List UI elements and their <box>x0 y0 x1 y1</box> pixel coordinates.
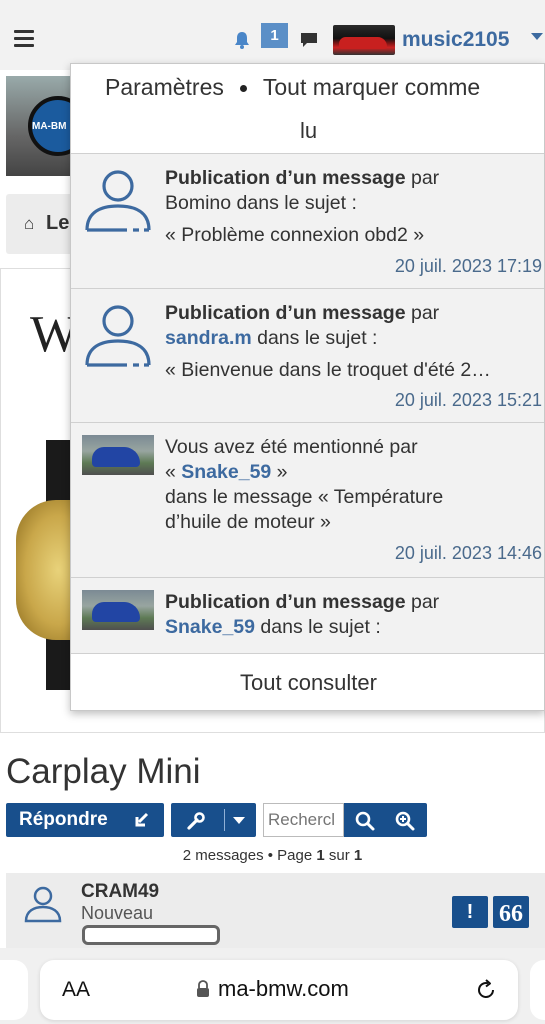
previous-tab-pill[interactable] <box>0 960 28 1020</box>
quote-button[interactable]: 66 <box>493 896 529 928</box>
mark-all-read-link[interactable]: Tout marquer comme <box>263 74 480 100</box>
notification-text: Publication d’un message par Snake_59 da… <box>165 590 540 640</box>
notification-in-topic: dans le sujet : <box>231 192 357 214</box>
notification-by: par <box>405 302 440 324</box>
notification-text: Vous avez été mentionné par « Snake_59 »… <box>165 435 540 535</box>
search-button-group[interactable] <box>344 803 427 837</box>
car-image <box>92 447 140 467</box>
menu-icon[interactable] <box>14 30 34 47</box>
report-button[interactable]: ! <box>452 896 488 928</box>
lock-icon <box>197 980 209 997</box>
bell-icon[interactable] <box>232 30 252 50</box>
reply-arrow-icon <box>135 812 149 827</box>
user-avatar-icon[interactable] <box>22 883 64 925</box>
notification-by: par <box>405 591 440 613</box>
notification-item[interactable]: Publication d’un message par Bomino dans… <box>71 154 544 289</box>
tools-separator <box>224 809 225 831</box>
notification-item[interactable]: Vous avez été mentionné par « Snake_59 »… <box>71 423 544 578</box>
mark-all-read-link-continued[interactable]: lu <box>300 118 317 144</box>
user-avatar-thumbnail <box>82 435 154 475</box>
total-pages: 1 <box>353 847 363 864</box>
notification-count-badge[interactable]: 1 <box>261 23 288 48</box>
notification-item[interactable]: Publication d’un message par Snake_59 da… <box>71 578 544 654</box>
pagination-info: 2 messages • Page 1 sur 1 <box>0 847 545 864</box>
search-icon[interactable] <box>354 810 376 832</box>
notification-context: dans le message « Température <box>165 486 444 508</box>
reload-icon[interactable] <box>474 978 498 1002</box>
post-author-rank: Nouveau <box>81 903 154 923</box>
user-avatar-icon <box>85 305 151 367</box>
notification-context-2: d’huile de moteur » <box>165 511 331 533</box>
notification-author: Bomino <box>165 192 232 214</box>
notification-time: 20 juil. 2023 14:46 <box>394 543 542 563</box>
notifications-header: Paramètres Tout marquer comme lu <box>71 64 544 154</box>
notification-item[interactable]: Publication d’un message par sandra.m da… <box>71 289 544 423</box>
chevron-down-icon[interactable] <box>531 33 543 40</box>
site-logo[interactable]: MA-BM <box>6 76 71 176</box>
pagination-prefix: 2 messages • Page <box>182 847 317 864</box>
post-author-badge <box>82 925 220 945</box>
text-size-button[interactable]: AA <box>62 978 90 1002</box>
notification-title: Publication d’un message <box>165 591 406 613</box>
notification-topic: « Bienvenue dans le troquet d'été 2… <box>165 359 491 381</box>
notification-in-topic: dans le sujet : <box>255 616 381 638</box>
settings-link[interactable]: Paramètres <box>105 74 224 100</box>
logo-text: MA-BM <box>32 121 67 132</box>
topic-tools-button[interactable] <box>171 803 256 837</box>
browser-toolbar: AA ma-bmw.com <box>0 948 545 1024</box>
home-label: Le <box>46 212 70 234</box>
notification-title: Publication d’un message <box>165 167 406 189</box>
ad-watch-image <box>10 440 86 690</box>
advanced-search-icon[interactable] <box>394 810 416 832</box>
notifications-dropdown: Paramètres Tout marquer comme lu Publicat… <box>70 63 545 711</box>
home-icon: ⌂ <box>24 214 35 233</box>
top-navbar: 1 music2105 <box>0 0 545 70</box>
notification-text: Publication d’un message par Bomino dans… <box>165 166 540 216</box>
notification-time: 20 juil. 2023 17:19 <box>394 256 542 276</box>
quote-open: « <box>165 461 182 483</box>
topic-search-input[interactable] <box>263 803 344 837</box>
notification-time: 20 juil. 2023 15:21 <box>394 390 542 410</box>
notification-topic: « Problème connexion obd2 » <box>165 224 425 246</box>
pagination-middle: sur <box>324 847 354 864</box>
notification-intro: Vous avez été mentionné par <box>165 436 418 458</box>
car-image <box>92 602 140 622</box>
address-bar[interactable]: AA ma-bmw.com <box>40 960 518 1020</box>
username-link[interactable]: music2105 <box>402 28 509 52</box>
quote-close: » <box>271 461 288 483</box>
reply-button[interactable]: Répondre <box>6 803 164 837</box>
user-avatar-thumbnail <box>82 590 154 630</box>
notifications-actions: Paramètres Tout marquer comme <box>105 74 480 101</box>
notification-title: Publication d’un message <box>165 302 406 324</box>
user-avatar-icon <box>85 170 151 232</box>
wrench-icon <box>187 812 205 830</box>
post-author[interactable]: CRAM49 <box>81 881 159 903</box>
post-header: CRAM49 Nouveau ! 66 <box>6 873 545 953</box>
notification-text: Publication d’un message par sandra.m da… <box>165 301 540 351</box>
topic-title: Carplay Mini <box>6 752 201 791</box>
current-page: 1 <box>316 847 325 864</box>
notification-author-link[interactable]: sandra.m <box>165 327 252 349</box>
user-avatar[interactable] <box>333 25 395 55</box>
notification-by: par <box>405 167 440 189</box>
chat-icon[interactable] <box>299 30 319 50</box>
notification-in-topic: dans le sujet : <box>251 327 378 349</box>
url-text[interactable]: ma-bmw.com <box>218 976 349 1002</box>
separator-dot <box>239 85 247 93</box>
next-tab-pill[interactable] <box>530 960 545 1020</box>
reply-label: Répondre <box>19 809 108 830</box>
notification-author-link[interactable]: Snake_59 <box>165 616 255 638</box>
notification-author-link[interactable]: Snake_59 <box>181 461 271 483</box>
view-all-notifications-link[interactable]: Tout consulter <box>71 654 544 710</box>
chevron-down-icon <box>233 817 245 824</box>
